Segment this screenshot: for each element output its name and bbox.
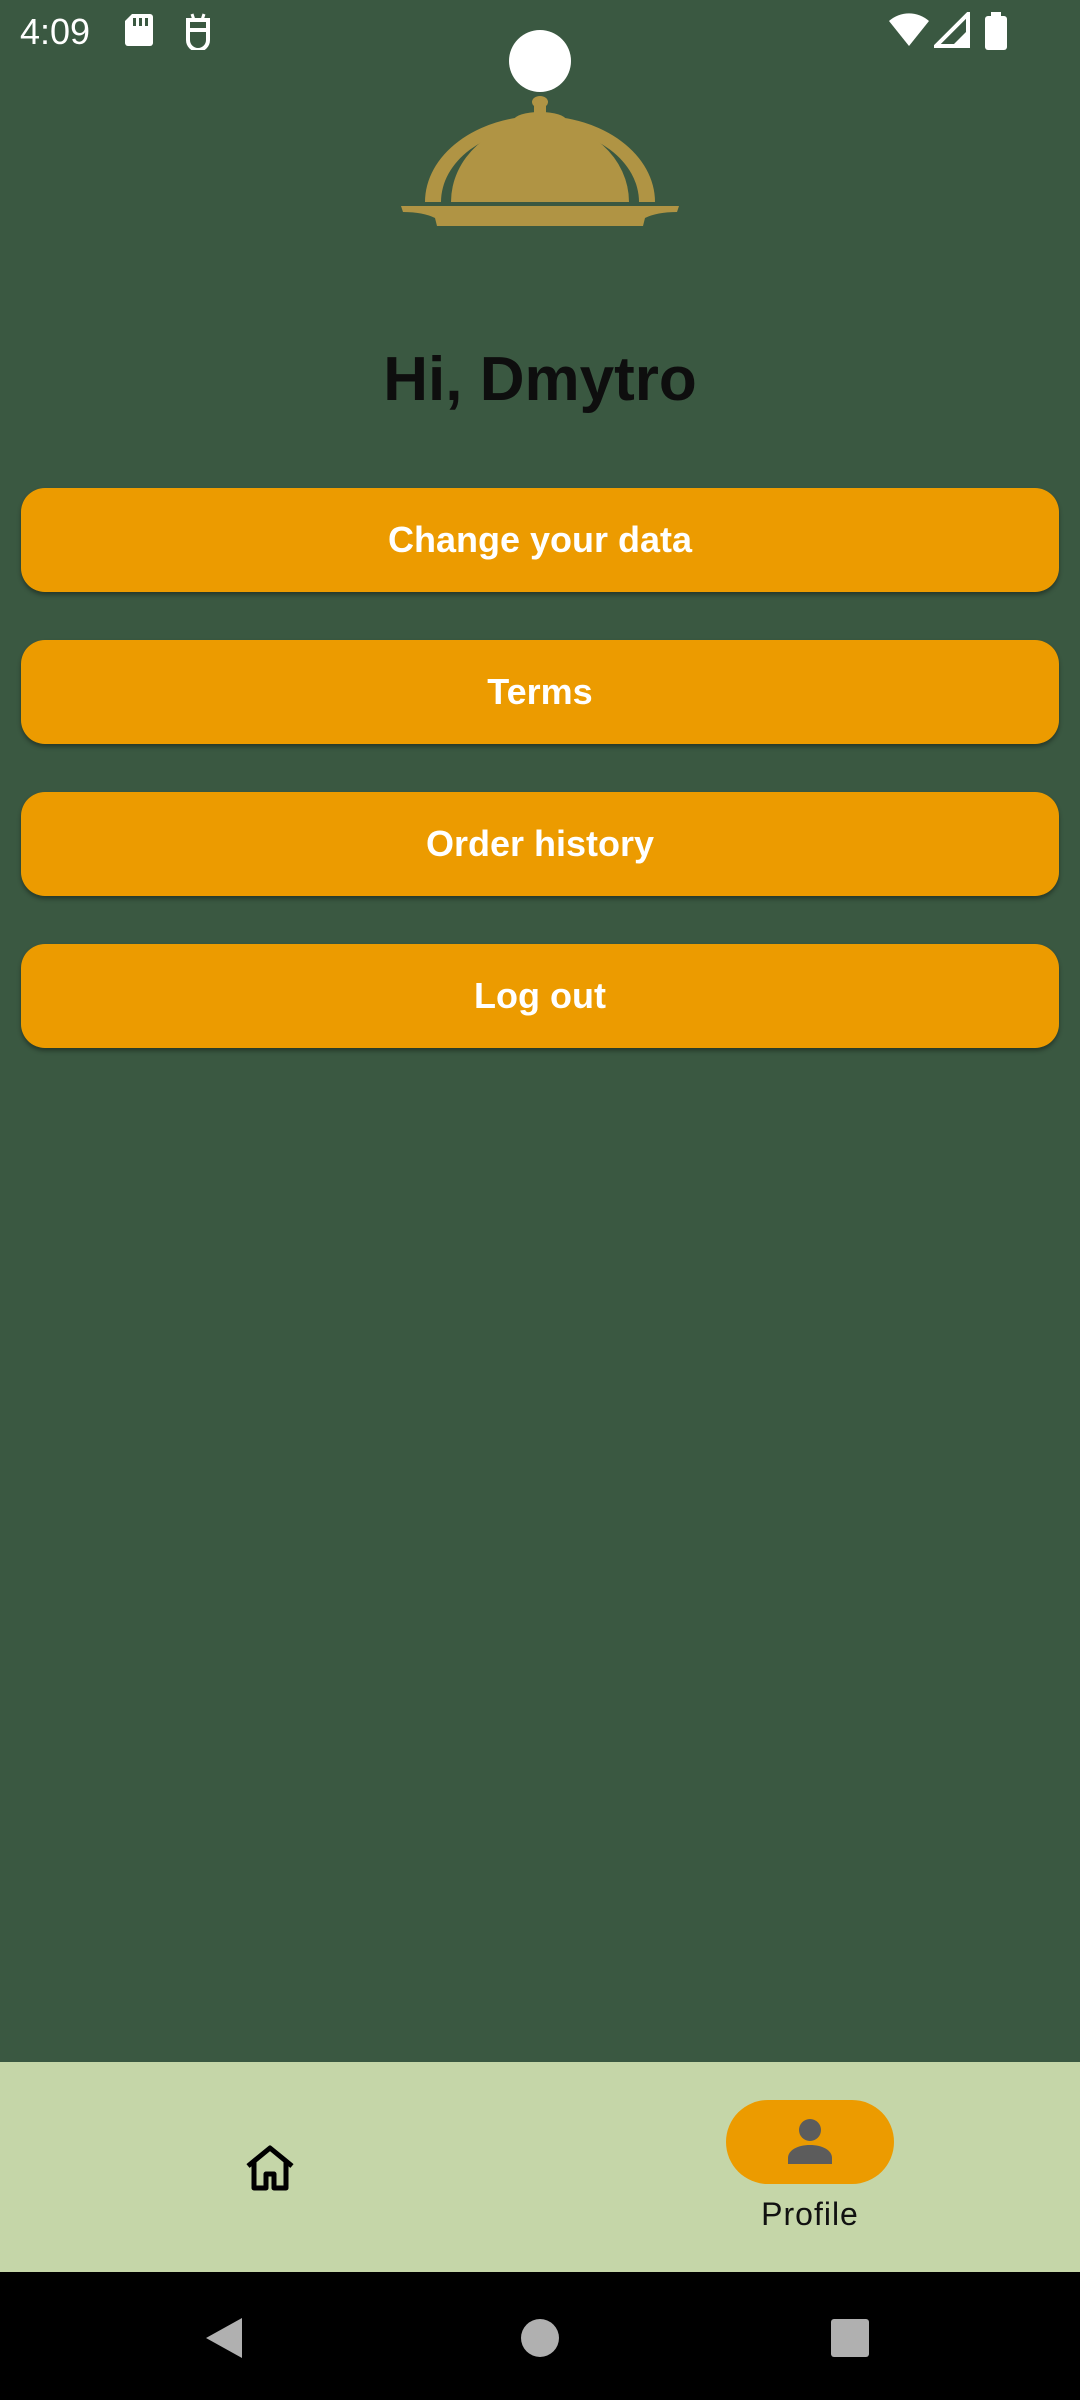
- change-data-button[interactable]: Change your data: [21, 488, 1059, 592]
- nav-label-profile: Profile: [761, 2196, 859, 2232]
- sd-card-icon: [124, 12, 154, 53]
- status-time: 4:09: [20, 11, 91, 52]
- greeting-title: Hi, Dmytro: [383, 345, 697, 414]
- order-history-button[interactable]: Order history: [21, 792, 1059, 896]
- home-circle-icon[interactable]: [520, 2318, 560, 2363]
- home-icon: [244, 2144, 296, 2197]
- nav-active-indicator: [726, 2100, 894, 2184]
- bottom-navigation: Profile: [0, 2062, 1080, 2272]
- wifi-icon: [888, 12, 930, 53]
- nav-item-home[interactable]: [200, 2062, 340, 2272]
- battery-icon: [984, 12, 1008, 55]
- camera-cutout: [509, 30, 571, 92]
- back-icon[interactable]: [204, 2316, 244, 2365]
- system-navigation-bar: [0, 2272, 1080, 2400]
- person-icon: [788, 2118, 832, 2169]
- signal-icon: [931, 9, 970, 53]
- debug-icon: [182, 12, 214, 55]
- log-out-button[interactable]: Log out: [21, 944, 1059, 1048]
- recents-icon[interactable]: [830, 2318, 870, 2363]
- terms-button[interactable]: Terms: [21, 640, 1059, 744]
- nav-item-profile[interactable]: Profile: [700, 2062, 920, 2272]
- cloche-icon: [395, 94, 685, 234]
